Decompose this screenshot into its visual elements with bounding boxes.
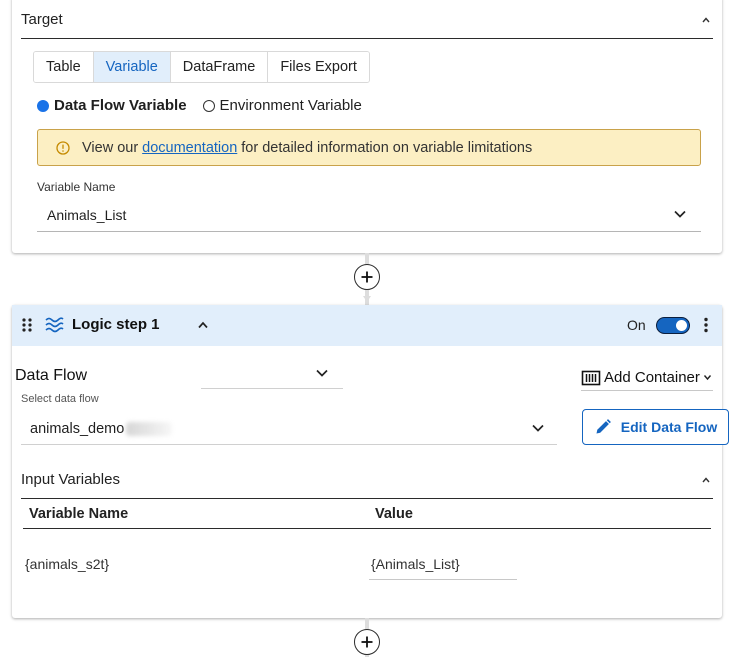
alert-text-prefix: View our	[82, 139, 139, 156]
target-type-tabs: Table Variable DataFrame Files Export	[33, 51, 370, 83]
column-header-variable-name: Variable Name	[29, 506, 129, 522]
add-container-label: Add Container	[604, 369, 700, 386]
toggle-knob	[676, 320, 687, 331]
target-section-title: Target	[21, 11, 63, 28]
drag-handle-icon[interactable]	[21, 317, 33, 333]
edit-data-flow-label: Edit Data Flow	[620, 419, 718, 435]
add-step-button[interactable]	[354, 629, 380, 655]
radio-environment-variable[interactable]	[202, 99, 215, 112]
data-flow-mode-select[interactable]	[201, 360, 343, 389]
variable-type-radio-group: Data Flow Variable Environment Variable	[37, 97, 362, 114]
container-icon	[581, 370, 601, 385]
connector-arrow-icon	[363, 296, 371, 302]
chevron-down-icon	[703, 375, 711, 381]
chevron-up-icon[interactable]	[197, 320, 209, 330]
input-variables-title: Input Variables	[21, 471, 120, 488]
plus-icon	[361, 636, 373, 648]
edit-data-flow-button[interactable]: Edit Data Flow	[582, 409, 729, 445]
kebab-menu-icon[interactable]	[703, 317, 709, 333]
radio-environment-variable-label[interactable]: Environment Variable	[220, 97, 362, 114]
table-row-value: {Animals_List}	[371, 556, 460, 572]
radio-data-flow-variable-label[interactable]: Data Flow Variable	[54, 97, 187, 114]
input-variables-divider	[21, 498, 713, 499]
logic-step-card	[12, 305, 722, 618]
tab-variable[interactable]: Variable	[93, 52, 171, 82]
select-data-flow-label: Select data flow	[21, 393, 99, 405]
column-header-value: Value	[375, 506, 413, 522]
logic-step-toggle[interactable]	[656, 317, 690, 334]
tab-files-export[interactable]: Files Export	[268, 52, 369, 82]
variable-name-label: Variable Name	[37, 180, 116, 194]
chevron-down-icon[interactable]	[531, 423, 545, 433]
warning-icon	[56, 140, 70, 155]
variable-name-select[interactable]: Animals_List	[37, 198, 701, 232]
chevron-down-icon[interactable]	[673, 209, 687, 219]
tab-table[interactable]: Table	[34, 52, 94, 82]
table-row-variable-name: {animals_s2t}	[25, 556, 110, 572]
select-data-flow-value: animals_demo	[30, 421, 125, 437]
variable-name-value: Animals_List	[47, 206, 127, 223]
select-data-flow-dropdown[interactable]: animals_demo	[21, 414, 557, 445]
chevron-up-icon[interactable]	[701, 475, 711, 485]
redacted-text	[126, 422, 173, 436]
alert-text-suffix: for detailed information on variable lim…	[241, 139, 533, 156]
chevron-down-icon[interactable]	[315, 368, 329, 378]
variable-limitations-alert: View our documentation for detailed info…	[37, 129, 701, 166]
target-divider	[21, 38, 713, 39]
add-step-button[interactable]	[354, 264, 380, 290]
pencil-icon	[596, 419, 611, 434]
toggle-on-label: On	[627, 317, 646, 333]
tab-dataframe[interactable]: DataFrame	[170, 52, 269, 82]
table-header-divider	[23, 528, 711, 529]
logic-step-title: Logic step 1	[72, 316, 160, 333]
documentation-link[interactable]: documentation	[142, 140, 237, 156]
radio-data-flow-variable[interactable]	[37, 99, 49, 112]
add-container-dropdown[interactable]: Add Container	[581, 365, 713, 391]
logic-wave-icon	[45, 317, 64, 333]
chevron-up-icon[interactable]	[701, 15, 711, 25]
plus-icon	[361, 271, 373, 283]
data-flow-label: Data Flow	[15, 367, 88, 384]
